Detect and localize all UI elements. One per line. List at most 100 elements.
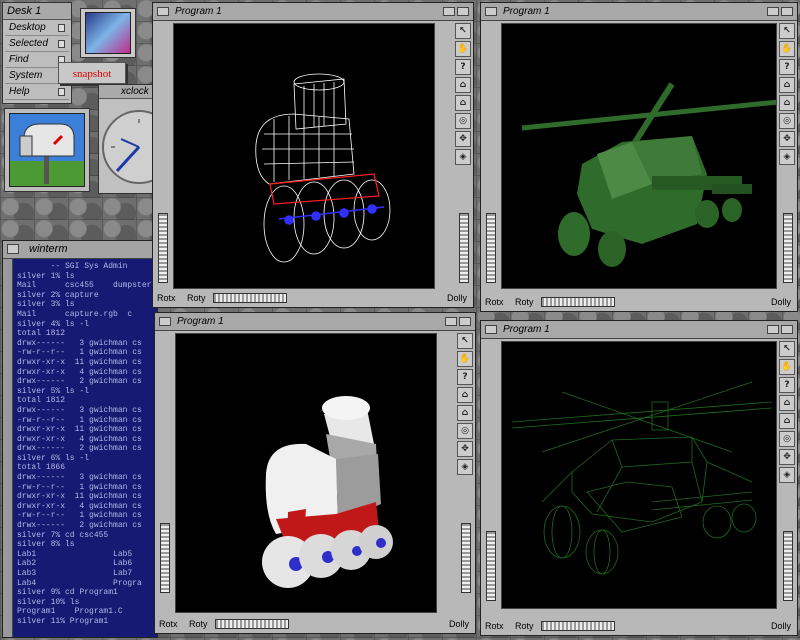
projection-icon[interactable]: ◈ <box>779 467 795 483</box>
render-viewport[interactable] <box>175 333 437 613</box>
terminal-line: drwx------ 2 gwichman cs <box>17 521 142 531</box>
terminal-line: silver 8% ls <box>17 540 75 550</box>
terminal-line: silver 3% ls <box>17 300 75 310</box>
view-all-icon[interactable]: ◎ <box>457 423 473 439</box>
seek-icon[interactable]: ✥ <box>779 449 795 465</box>
home-icon[interactable]: ⌂ <box>779 77 795 93</box>
program-window-1[interactable]: Program 1 ↖ ✋ ? ⌂ ⌂ ◎ ✥ ◈ Rotx Roty Doll… <box>152 2 474 308</box>
projection-icon[interactable]: ◈ <box>457 459 473 475</box>
program-window-4[interactable]: Program 1 ↖ ✋ ? ⌂ ⌂ ◎ ✥ ◈ Rotx Roty Doll… <box>480 320 798 636</box>
xclock-window[interactable]: xclock <box>98 84 176 194</box>
render-viewport[interactable] <box>501 23 777 289</box>
arrow-icon[interactable]: ↖ <box>779 341 795 357</box>
snapshot-menu-item[interactable]: snapshot <box>58 62 126 84</box>
home-icon[interactable]: ⌂ <box>455 77 471 93</box>
view-all-icon[interactable]: ◎ <box>455 113 471 129</box>
desk-item-desktop[interactable]: Desktop <box>5 20 69 36</box>
view-all-icon[interactable]: ◎ <box>779 113 795 129</box>
dolly-thumbwheel[interactable] <box>461 523 471 593</box>
window-titlebar[interactable]: Program 1 <box>481 321 797 339</box>
wireframe-helicopter-render <box>511 381 773 575</box>
window-menu-icon[interactable] <box>485 325 497 334</box>
clock-face <box>102 110 176 184</box>
arrow-icon[interactable]: ↖ <box>779 23 795 39</box>
terminal-line: silver 11% Program1 <box>17 616 109 626</box>
terminal-line: total 1866 <box>17 463 66 473</box>
help-icon[interactable]: ? <box>455 59 471 75</box>
window-menu-icon[interactable] <box>157 7 169 16</box>
terminal-scrollbar[interactable] <box>3 259 13 637</box>
maximize-icon[interactable] <box>459 317 471 326</box>
desk-item-selected[interactable]: Selected <box>5 36 69 52</box>
dolly-thumbwheel[interactable] <box>459 213 469 283</box>
winterm-titlebar[interactable]: winterm <box>3 241 157 259</box>
set-home-icon[interactable]: ⌂ <box>457 405 473 421</box>
maximize-icon[interactable] <box>781 7 793 16</box>
window-menu-icon[interactable] <box>7 244 19 254</box>
terminal-output[interactable]: -- SGI Sys Admin silver 1% ls Mail csc455 … <box>13 259 157 637</box>
arrow-icon[interactable]: ↖ <box>457 333 473 349</box>
help-icon[interactable]: ? <box>457 369 473 385</box>
roty-thumbwheel[interactable] <box>541 621 615 631</box>
set-home-icon[interactable]: ⌂ <box>779 95 795 111</box>
window-menu-icon[interactable] <box>485 7 497 16</box>
help-icon[interactable]: ? <box>779 59 795 75</box>
dolly-thumbwheel[interactable] <box>783 213 793 283</box>
view-all-icon[interactable]: ◎ <box>779 431 795 447</box>
minimize-icon[interactable] <box>767 325 779 334</box>
window-title: Program 1 <box>503 6 550 17</box>
roty-thumbwheel[interactable] <box>213 293 287 303</box>
rotx-thumbwheel[interactable] <box>160 523 170 593</box>
roty-thumbwheel[interactable] <box>541 297 615 307</box>
program-window-3[interactable]: Program 1 ↖ ✋ ? ⌂ ⌂ ◎ ✥ ◈ Rotx Roty Doll… <box>154 312 476 634</box>
help-icon[interactable]: ? <box>779 377 795 393</box>
hand-icon[interactable]: ✋ <box>779 359 795 375</box>
render-viewport[interactable] <box>173 23 435 289</box>
hand-icon[interactable]: ✋ <box>457 351 473 367</box>
desk-menu: Desk 1 Desktop Selected Find System Help <box>2 2 72 104</box>
seek-icon[interactable]: ✥ <box>457 441 473 457</box>
xclock-title: xclock <box>99 85 153 99</box>
mailbox-icon[interactable] <box>4 108 90 192</box>
terminal-line: -- SGI Sys Admin <box>17 262 128 271</box>
rotx-label: Rotx <box>485 297 504 307</box>
set-home-icon[interactable]: ⌂ <box>779 413 795 429</box>
home-icon[interactable]: ⌂ <box>457 387 473 403</box>
dolly-thumbwheel[interactable] <box>783 531 793 601</box>
minimize-icon[interactable] <box>445 317 457 326</box>
window-titlebar[interactable]: Program 1 <box>153 3 473 21</box>
window-titlebar[interactable]: Program 1 <box>155 313 475 331</box>
rotx-thumbwheel[interactable] <box>158 213 168 283</box>
set-home-icon[interactable]: ⌂ <box>455 95 471 111</box>
seek-icon[interactable]: ✥ <box>455 131 471 147</box>
minimize-icon[interactable] <box>767 7 779 16</box>
projection-icon[interactable]: ◈ <box>455 149 471 165</box>
hand-icon[interactable]: ✋ <box>779 41 795 57</box>
window-menu-icon[interactable] <box>159 317 171 326</box>
arrow-icon[interactable]: ↖ <box>455 23 471 39</box>
viewer-toolbar: ↖ ✋ ? ⌂ ⌂ ◎ ✥ ◈ <box>779 341 795 483</box>
winterm-window[interactable]: winterm -- SGI Sys Admin silver 1% ls Mail… <box>2 240 158 638</box>
terminal-line: drwx------ 2 gwichman cs <box>17 444 142 454</box>
home-icon[interactable]: ⌂ <box>779 395 795 411</box>
viewer-bottombar: Rotx Roty Dolly <box>155 615 475 633</box>
minimize-icon[interactable] <box>443 7 455 16</box>
maximize-icon[interactable] <box>781 325 793 334</box>
roty-thumbwheel[interactable] <box>215 619 289 629</box>
snapshot-app-icon[interactable] <box>80 8 136 58</box>
dolly-label: Dolly <box>448 619 469 629</box>
render-viewport[interactable] <box>501 341 777 609</box>
rotx-thumbwheel[interactable] <box>486 213 496 283</box>
projection-icon[interactable]: ◈ <box>779 149 795 165</box>
terminal-line: silver 4% ls -l <box>17 319 90 329</box>
hand-icon[interactable]: ✋ <box>455 41 471 57</box>
dolly-label: Dolly <box>446 293 467 303</box>
window-titlebar[interactable]: Program 1 <box>481 3 797 21</box>
maximize-icon[interactable] <box>457 7 469 16</box>
seek-icon[interactable]: ✥ <box>779 131 795 147</box>
terminal-line: total 1812 <box>17 396 66 406</box>
program-window-2[interactable]: Program 1 ↖ ✋ ? ⌂ ⌂ ◎ ✥ ◈ Rotx Roty Doll… <box>480 2 798 312</box>
terminal-line: drwx------ 3 gwichman cs <box>17 405 142 415</box>
desk-item-help[interactable]: Help <box>5 84 69 100</box>
rotx-thumbwheel[interactable] <box>486 531 496 601</box>
